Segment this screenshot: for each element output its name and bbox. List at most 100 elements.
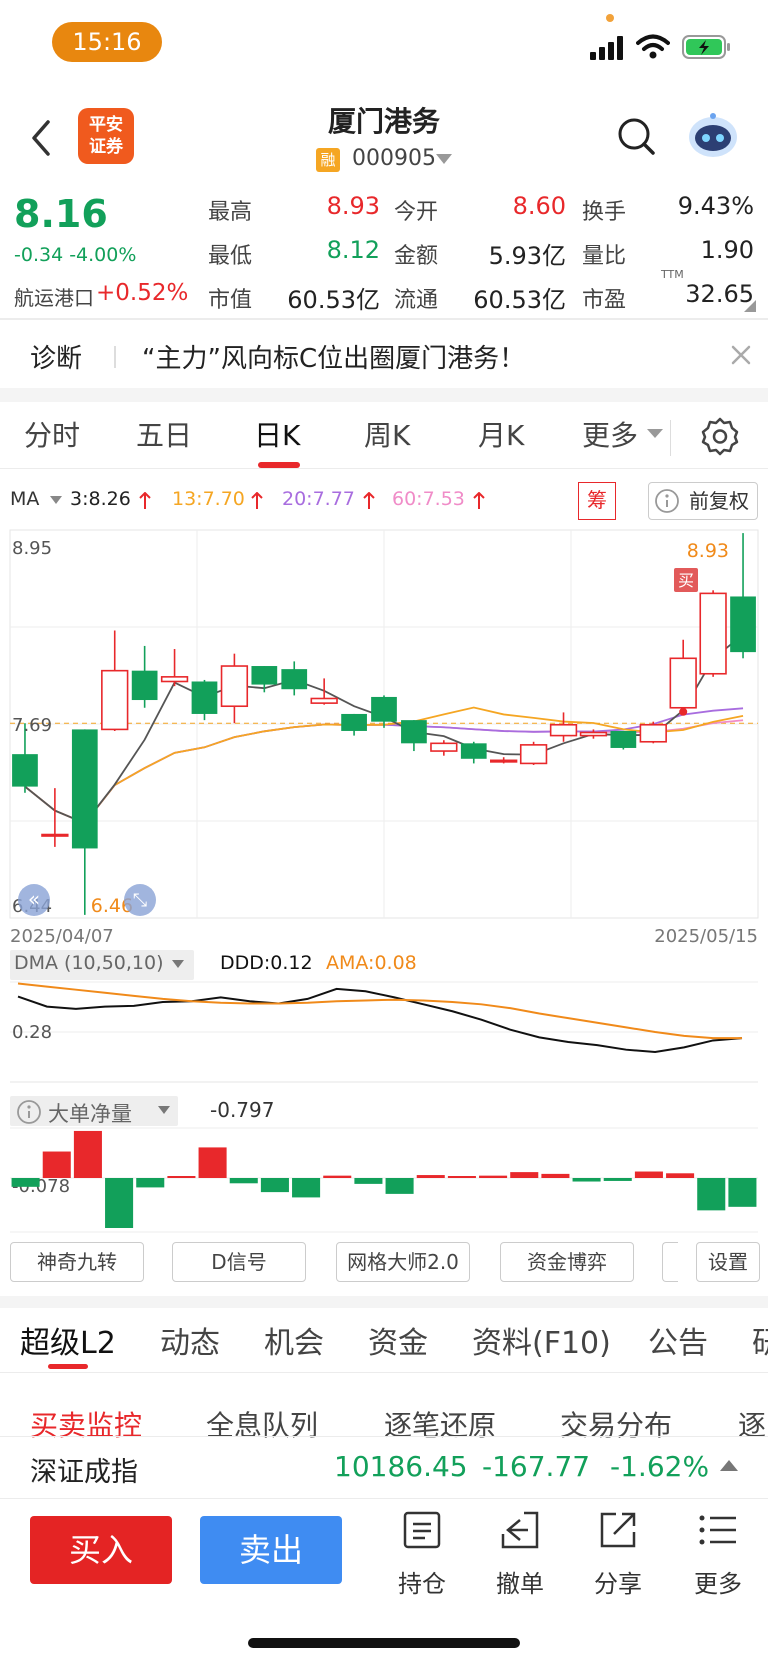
tab-research[interactable]: 研 bbox=[752, 1318, 768, 1362]
buy-button[interactable]: 买入 bbox=[30, 1516, 172, 1584]
chip-distribution-button[interactable]: 筹 bbox=[578, 482, 616, 520]
back-arrow-icon[interactable] bbox=[28, 118, 58, 158]
bignet-bar bbox=[541, 1173, 570, 1178]
tab-super-l2[interactable]: 超级L2 bbox=[20, 1318, 116, 1362]
sector-change[interactable]: +0.52% bbox=[96, 280, 188, 306]
candle-body-down bbox=[371, 696, 397, 722]
bignet-bar bbox=[167, 1176, 196, 1178]
bignet-bar bbox=[73, 1130, 102, 1178]
robot-assistant-icon[interactable] bbox=[686, 110, 740, 160]
holdings-button[interactable]: 持仓 bbox=[382, 1510, 462, 1600]
divider bbox=[0, 468, 768, 469]
index-value: 10186.45 bbox=[334, 1450, 468, 1483]
strategy-d-signal-button[interactable]: D信号 bbox=[172, 1242, 306, 1282]
tab-news[interactable]: 动态 bbox=[160, 1318, 220, 1362]
tab-intraday[interactable]: 分时 bbox=[24, 414, 80, 454]
cancel-order-button[interactable]: 撤单 bbox=[480, 1510, 560, 1600]
y-axis-label: 8.95 bbox=[12, 538, 52, 559]
tab-monthly-k[interactable]: 月K bbox=[478, 414, 524, 454]
dma-lines bbox=[17, 982, 743, 1054]
tab-daily-k[interactable]: 日K bbox=[254, 414, 300, 454]
tab-funds[interactable]: 资金 bbox=[368, 1318, 428, 1362]
gear-icon[interactable] bbox=[700, 416, 740, 456]
holdings-icon bbox=[403, 1511, 441, 1549]
sell-button[interactable]: 卖出 bbox=[200, 1516, 342, 1584]
volume-ratio-label: 量比 bbox=[582, 244, 627, 269]
amount-value: 5.93亿 bbox=[488, 242, 566, 270]
chevron-down-icon[interactable] bbox=[158, 1106, 170, 1116]
info-icon bbox=[17, 1100, 41, 1124]
high-price-label: 8.93 bbox=[687, 540, 729, 562]
active-tab-indicator bbox=[48, 1364, 88, 1369]
tab-opportunity[interactable]: 机会 bbox=[264, 1318, 324, 1362]
subtab-more[interactable]: 逐 bbox=[738, 1404, 766, 1444]
home-indicator bbox=[248, 1638, 520, 1648]
bignet-bar bbox=[198, 1147, 227, 1178]
bignet-bar-chart[interactable]: -0.078 bbox=[0, 1126, 768, 1236]
menu-icon bbox=[699, 1515, 736, 1545]
strategy-fund-game-button[interactable]: 资金博弈 bbox=[500, 1242, 634, 1282]
candle-body-down bbox=[191, 681, 218, 714]
tab-more[interactable]: 更多 bbox=[582, 414, 638, 454]
candle-body-up bbox=[669, 657, 697, 709]
start-date-label: 2025/04/07 bbox=[10, 926, 114, 947]
search-icon[interactable] bbox=[616, 116, 656, 156]
bignet-bar bbox=[728, 1178, 757, 1207]
market-cap-label: 市值 bbox=[208, 288, 253, 313]
subtab-trade-distribution[interactable]: 交易分布 bbox=[560, 1404, 672, 1444]
status-time: 15:16 bbox=[52, 22, 162, 62]
diagnosis-label[interactable]: 诊断 bbox=[30, 338, 82, 375]
chevron-up-icon[interactable] bbox=[720, 1460, 738, 1471]
subtab-trade-monitor[interactable]: 买卖监控 bbox=[30, 1404, 142, 1444]
stock-code[interactable]: 000905 bbox=[352, 146, 436, 171]
candle-body-down bbox=[12, 754, 38, 787]
divider bbox=[0, 1436, 768, 1437]
close-icon[interactable] bbox=[730, 344, 752, 366]
strategy-grid-master-button[interactable]: 网格大师2.0 bbox=[336, 1242, 470, 1282]
subtab-tick-replay[interactable]: 逐笔还原 bbox=[384, 1404, 496, 1444]
diagnosis-headline[interactable]: “主力”风向标C位出圈厦门港务！ bbox=[142, 338, 525, 375]
volume-ratio-value: 1.90 bbox=[700, 236, 754, 264]
candle-body-up bbox=[101, 669, 129, 731]
cellular-signal-icon bbox=[590, 36, 623, 60]
bignet-bar bbox=[136, 1178, 165, 1188]
privacy-indicator-icon bbox=[606, 14, 614, 22]
bignet-bar bbox=[260, 1178, 289, 1193]
strategy-settings-button[interactable]: 设置 bbox=[696, 1242, 760, 1282]
divider bbox=[0, 1372, 768, 1373]
bignet-title[interactable]: 大单净量 bbox=[48, 1098, 132, 1128]
candle-body-down bbox=[131, 670, 158, 701]
chevron-down-icon[interactable] bbox=[172, 960, 184, 970]
kline-chart[interactable]: 8.957.696.448.936.46买«⤡2025/04/072025/05… bbox=[0, 528, 768, 960]
dma-title[interactable]: DMA (10,50,10) bbox=[14, 952, 164, 974]
index-name[interactable]: 深证成指 bbox=[30, 1450, 138, 1489]
candle-body-down bbox=[460, 743, 487, 759]
ma-label[interactable]: MA bbox=[10, 488, 39, 510]
candle-body-down bbox=[341, 713, 367, 731]
tab-announcements[interactable]: 公告 bbox=[648, 1318, 708, 1362]
expand-corner-icon[interactable] bbox=[744, 300, 756, 312]
chevron-down-icon[interactable] bbox=[436, 154, 452, 164]
strategy-nine-turn-button[interactable]: 神奇九转 bbox=[10, 1242, 144, 1282]
ddd-line bbox=[17, 987, 743, 1054]
tab-weekly-k[interactable]: 周K bbox=[364, 414, 410, 454]
bignet-bar bbox=[229, 1178, 258, 1184]
chevron-down-icon[interactable] bbox=[50, 496, 62, 506]
candle-body-up bbox=[490, 759, 518, 763]
arrow-up-icon bbox=[139, 492, 151, 509]
sector-name[interactable]: 航运港口 bbox=[14, 282, 94, 311]
tab-five-day[interactable]: 五日 bbox=[136, 414, 192, 454]
ddd-value: DDD:0.12 bbox=[220, 952, 313, 974]
candle-body-down bbox=[71, 729, 98, 849]
more-button[interactable]: 更多 bbox=[678, 1510, 758, 1600]
subtab-order-queue[interactable]: 全息队列 bbox=[206, 1404, 318, 1444]
market-cap-value: 60.53亿 bbox=[287, 286, 380, 314]
share-icon bbox=[600, 1512, 636, 1548]
candle-body-up bbox=[430, 742, 458, 752]
tab-f10[interactable]: 资料(F10) bbox=[472, 1318, 611, 1362]
chevron-down-icon[interactable] bbox=[646, 428, 664, 440]
strategy-more-button[interactable] bbox=[662, 1242, 678, 1282]
share-button[interactable]: 分享 bbox=[578, 1510, 658, 1600]
dma-chart[interactable]: 0.28 bbox=[0, 980, 768, 1084]
y-axis-label: 7.69 bbox=[12, 715, 52, 736]
